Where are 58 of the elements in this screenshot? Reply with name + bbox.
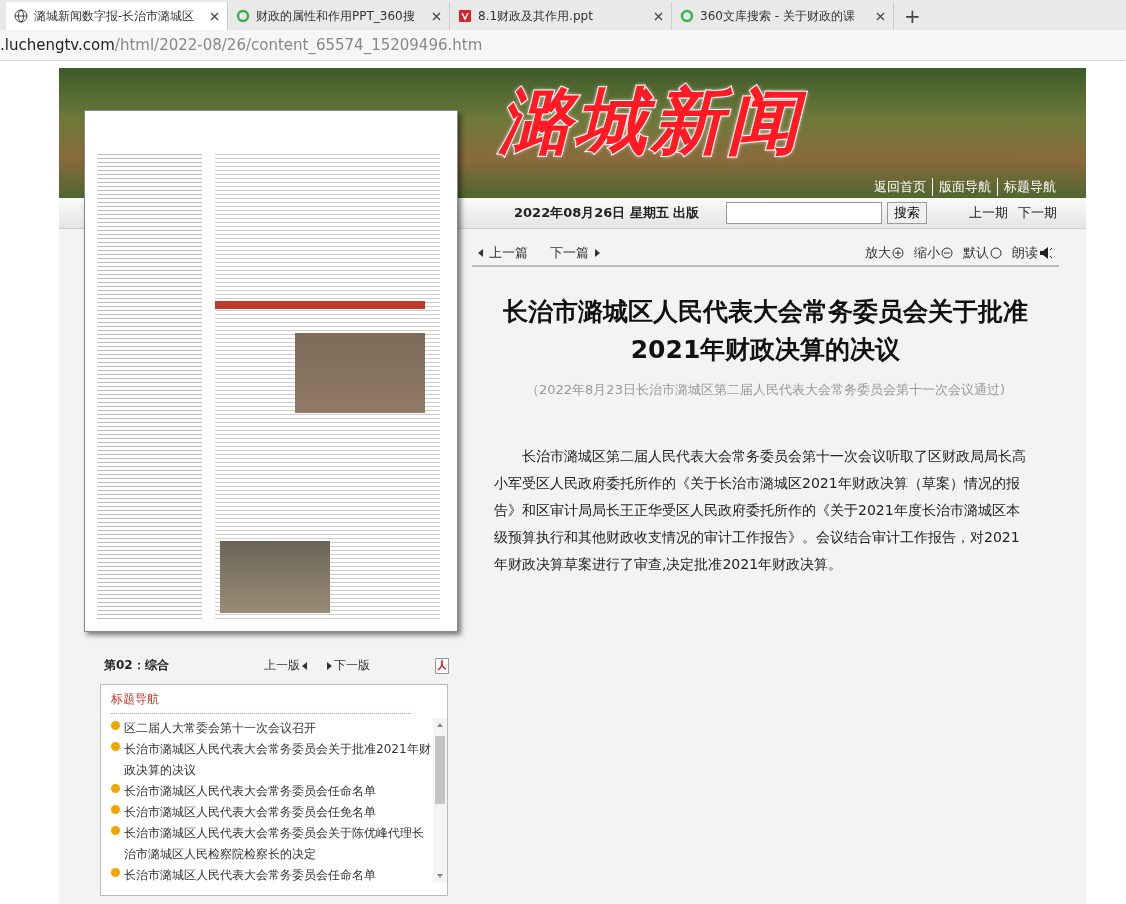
newspaper-page-image[interactable]: [84, 110, 458, 632]
left-triangle-icon: [302, 661, 307, 670]
bullet-icon: [111, 742, 120, 751]
zoom-in-icon: [892, 247, 904, 259]
new-tab-button[interactable]: +: [894, 4, 931, 30]
ring-icon: [236, 9, 250, 23]
panel-heading: 标题导航: [111, 691, 411, 714]
left-triangle-icon: [478, 249, 483, 257]
ring-icon: [680, 9, 694, 23]
prev-page-link[interactable]: 上一版: [264, 657, 307, 674]
tab-title: 财政的属性和作用PPT_360搜: [256, 7, 416, 25]
headline-link[interactable]: 长治市潞城区人民代表大会常务委员会关于陈优峰代理长治市潞城区人民检察院检察长的决定: [124, 823, 433, 865]
close-icon[interactable]: [210, 11, 219, 21]
banner-link[interactable]: 标题导航: [997, 178, 1056, 196]
article-title: 长治市潞城区人民代表大会常务委员会关于批准2021年财政决算的决议: [502, 296, 1029, 366]
headline-link[interactable]: 长治市潞城区人民代表大会常务委员会任命名单: [124, 865, 376, 886]
headline-link[interactable]: 长治市潞城区人民代表大会常务委员会任命名单: [124, 781, 376, 802]
banner-link[interactable]: 版面导航: [932, 178, 991, 196]
close-icon[interactable]: [654, 11, 663, 21]
banner-link[interactable]: 返回首页: [868, 178, 926, 196]
next-page-link[interactable]: 下一版: [327, 657, 370, 674]
headline-link[interactable]: 区二届人大常委会第十一次会议召开: [124, 718, 316, 739]
issue-date: 2022年08月26日 星期五 出版: [514, 204, 701, 222]
right-triangle-icon: [595, 249, 600, 257]
bullet-icon: [111, 868, 120, 877]
headline-link[interactable]: 长治市潞城区人民代表大会常务委员会关于批准2021年财政决算的决议: [124, 739, 433, 781]
article-body: 长治市潞城区第二届人民代表大会常务委员会第十一次会议听取了区财政局局长高小军受区人民政府委托所作的《关于长治市潞城区2021年财政决算（草案）情况的报告》和区审计局局长王正华受区人民政府委托所作的《关于2021年度长治市潞城区本级预算执行和其他财政收支情况的审计工作报告》。会议结合审计工作报告，对2021年财政决算草案进行了审查,决定批准2021年财政决算。: [494, 447, 1027, 574]
prev-article-link[interactable]: 上一篇: [478, 244, 528, 262]
close-icon[interactable]: [876, 11, 885, 21]
pdf-icon[interactable]: [435, 657, 449, 674]
browser-tab[interactable]: 潞城新闻数字报-长治市潞城区: [6, 2, 228, 30]
tab-title: 潞城新闻数字报-长治市潞城区: [34, 7, 196, 25]
right-triangle-icon: [327, 661, 332, 670]
page-label: 第02：综合: [104, 657, 170, 674]
tab-title: 8.1财政及其作用.ppt: [478, 7, 594, 25]
next-issue-link[interactable]: 下一期: [1018, 204, 1057, 222]
address-bar[interactable]: .luchengtv.com/html/2022-08/26/content_65574_15209496.htm: [0, 30, 1126, 61]
text-tool-link[interactable]: 缩小: [914, 244, 953, 262]
prev-issue-link[interactable]: 上一期: [969, 204, 1008, 222]
text-tool-link[interactable]: 朗读: [1012, 244, 1053, 262]
next-article-link[interactable]: 下一篇: [550, 244, 600, 262]
document-icon: [458, 9, 472, 23]
search-button[interactable]: 搜索: [887, 202, 927, 224]
scrollbar[interactable]: [433, 718, 447, 883]
bullet-icon: [111, 805, 120, 814]
circle-icon: [990, 247, 1002, 259]
search-field[interactable]: [726, 202, 882, 224]
bullet-icon: [111, 784, 120, 793]
close-icon[interactable]: [432, 11, 441, 21]
bullet-icon: [111, 826, 120, 835]
text-tool-link[interactable]: 默认: [963, 244, 1002, 262]
globe-icon: [14, 9, 28, 23]
bullet-icon: [111, 721, 120, 730]
tab-title: 360文库搜索 - 关于财政的课: [700, 7, 856, 25]
headline-link[interactable]: 长治市潞城区人民代表大会常务委员会任免名单: [124, 802, 376, 823]
zoom-out-icon: [941, 247, 953, 259]
text-tool-link[interactable]: 放大: [865, 244, 904, 262]
speaker-icon: [1039, 246, 1053, 260]
